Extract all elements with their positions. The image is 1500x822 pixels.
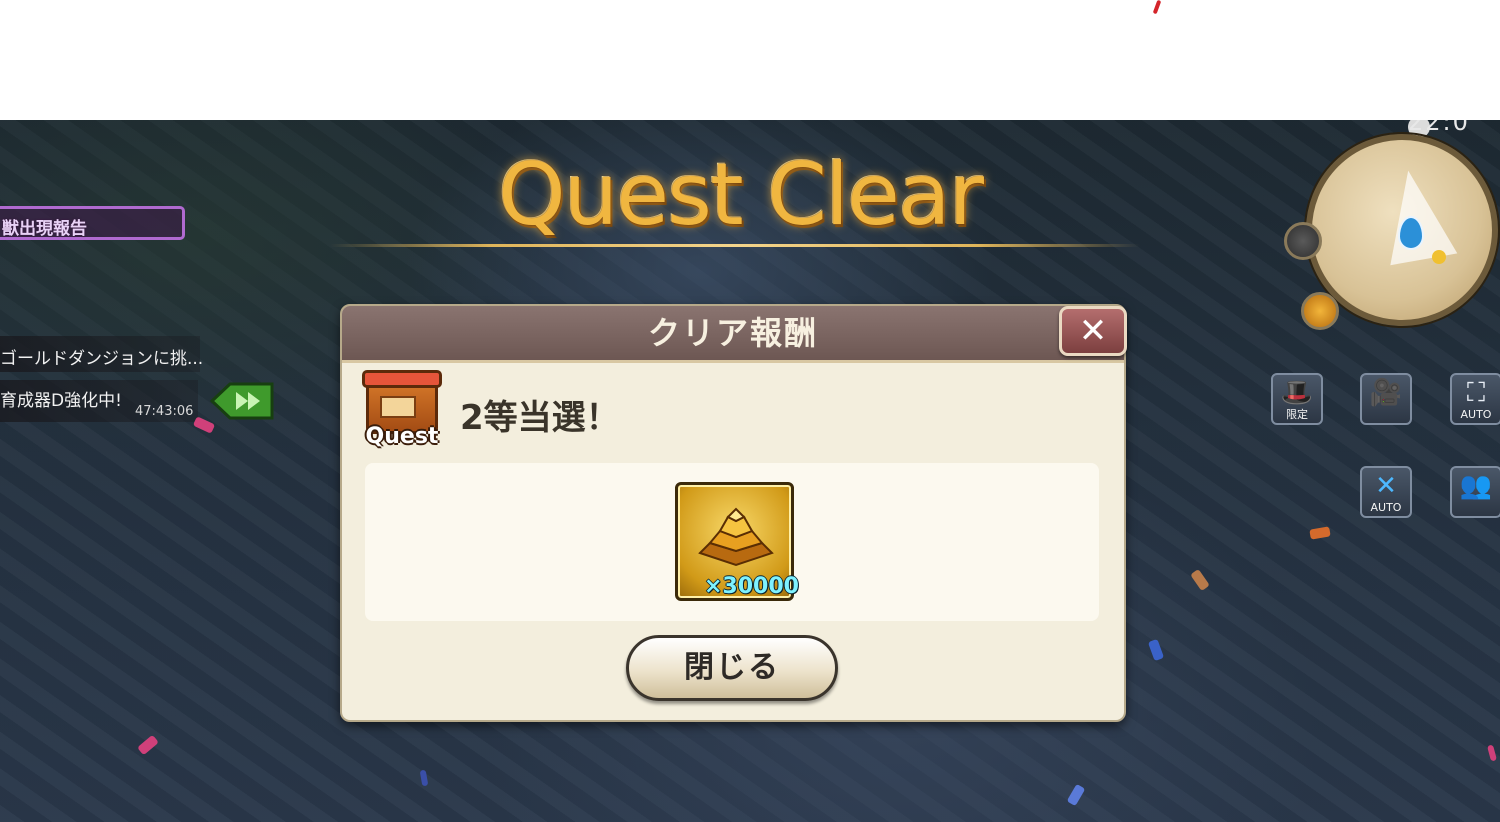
auto-caption: AUTO: [1370, 501, 1402, 514]
swords-icon: ✕: [1375, 471, 1397, 501]
player-marker-icon: [1398, 216, 1424, 250]
confetti: [1487, 744, 1497, 762]
camera-icon: 🎥: [1369, 378, 1403, 408]
camera-button[interactable]: 🎥: [1360, 373, 1412, 425]
auto-target-button[interactable]: ⛶ AUTO: [1450, 373, 1500, 425]
close-icon[interactable]: ✕: [1059, 306, 1127, 356]
minimap[interactable]: [1306, 134, 1498, 326]
dialog-header: クリア報酬: [342, 306, 1124, 363]
notice-timer: 47:43:06: [135, 404, 194, 419]
confetti: [419, 769, 429, 787]
notice-growth[interactable]: 育成器D強化中! 47:43:06: [0, 380, 198, 422]
confetti: [1190, 568, 1210, 592]
top-bar: [0, 0, 1500, 120]
fast-forward-icon[interactable]: [210, 382, 274, 420]
limited-button[interactable]: 🎩 限定: [1271, 373, 1323, 425]
hat-icon: 🎩: [1280, 378, 1314, 408]
quest-icon: Quest: [362, 370, 442, 450]
limited-caption: 限定: [1286, 408, 1308, 421]
quest-roof: [362, 370, 442, 388]
notice-text: 育成器D強化中!: [0, 391, 122, 411]
notice-text: ゴールドダンジョンに挑...: [0, 349, 204, 369]
confetti: [1147, 638, 1165, 662]
reward-quantity: ×30000: [704, 574, 799, 599]
confetti: [1309, 526, 1331, 540]
confetti: [137, 734, 159, 756]
pet-button[interactable]: [1301, 292, 1339, 330]
event-pill[interactable]: 獣出現報告: [0, 206, 185, 240]
dialog-title: クリア報酬: [647, 314, 818, 352]
auto-battle-button[interactable]: ✕ AUTO: [1360, 466, 1412, 518]
red-mark: [1152, 0, 1162, 15]
view-cone: [1374, 164, 1458, 266]
map-marker-icon: [1432, 250, 1446, 264]
event-pill-label: 獣出現報告: [2, 219, 87, 239]
party-icon: 👥: [1459, 471, 1493, 501]
close-button[interactable]: 閉じる: [626, 635, 838, 701]
prize-text: 2等当選！: [460, 398, 620, 438]
party-button[interactable]: 👥: [1450, 466, 1500, 518]
quest-clear-banner: Quest Clear: [498, 145, 984, 245]
map-toggle-button[interactable]: [1284, 222, 1322, 260]
clock-readout: 22:0: [1408, 120, 1470, 136]
quest-label: Quest: [365, 424, 439, 449]
banner-underline: [330, 244, 1140, 247]
confetti: [1066, 783, 1086, 807]
quest-board: [380, 396, 416, 418]
auto-caption: AUTO: [1460, 408, 1492, 421]
gold-bars-icon: [698, 507, 774, 567]
auto-target-icon: ⛶: [1466, 378, 1486, 408]
notice-gold-dungeon[interactable]: ゴールドダンジョンに挑...: [0, 336, 204, 372]
